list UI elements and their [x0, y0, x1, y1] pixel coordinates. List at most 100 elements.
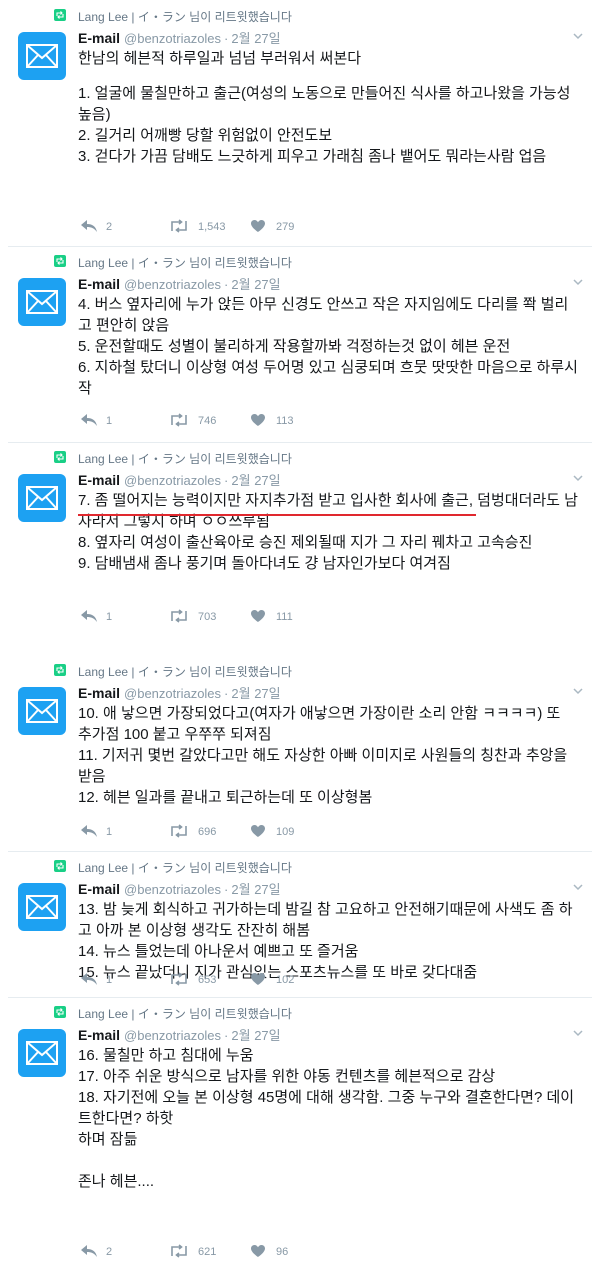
tweet-card[interactable]: Lang Lee | イ・ラン 님이 리트윗했습니다 E-mail @benzot…	[8, 246, 592, 443]
display-name[interactable]: E-mail	[78, 276, 120, 292]
envelope-icon	[26, 290, 58, 314]
username[interactable]: @benzotriazoles	[124, 277, 221, 292]
tweet-line: 7. 좀 떨어지는 능력이지만 자지추가점 받고 입사한 회사에 출근, 덤벙대…	[78, 492, 578, 530]
reply-count: 2	[106, 221, 113, 233]
tweet-line: 하며 잠듦	[78, 1131, 138, 1148]
reply-icon	[81, 610, 97, 622]
envelope-icon	[26, 699, 58, 723]
username[interactable]: @benzotriazoles	[124, 473, 221, 488]
display-name[interactable]: E-mail	[78, 1027, 120, 1043]
tweet-blank-line	[78, 69, 578, 83]
tweet-card[interactable]: Lang Lee | イ・ラン 님이 리트윗했습니다 E-mail @benzot…	[8, 997, 592, 1269]
tweet-line: 13. 밤 늦게 회식하고 귀가하는데 밤길 참 고요하고 안전해기때문에 사색…	[78, 901, 573, 939]
chevron-down-icon[interactable]	[572, 685, 584, 697]
retweet-icon	[54, 255, 66, 267]
tweet-line: 4. 버스 옆자리에 누가 앉든 아무 신경도 안쓰고 작은 자지임에도 다리를…	[78, 296, 569, 334]
tweet-header: E-mail @benzotriazoles · 2월 27일	[78, 470, 281, 489]
heart-icon	[251, 610, 265, 622]
tweet-line: 12. 헤븐 일과를 끝내고 퇴근하는데 또 이상형봄	[78, 789, 373, 806]
tweet-date[interactable]: 2월 27일	[231, 277, 280, 292]
tweet-line: 14. 뉴스 틀었는데 아나운서 예쁘고 또 즐거움	[78, 943, 359, 960]
tweet-blank-line	[78, 1150, 578, 1171]
tweet-date[interactable]: 2월 27일	[231, 686, 280, 701]
separator: ·	[224, 31, 229, 46]
like-count: 111	[276, 611, 293, 623]
like-count: 102	[276, 974, 295, 986]
display-name[interactable]: E-mail	[78, 30, 120, 46]
tweet-date[interactable]: 2월 27일	[231, 473, 280, 488]
chevron-down-icon[interactable]	[572, 881, 584, 893]
retweet-count: 621	[198, 1246, 217, 1258]
envelope-icon	[26, 1041, 58, 1065]
tweet-line: 15. 뉴스 끝났더니 지가 관심있는 스포츠뉴스를 또 바로 갖다대줌	[78, 964, 478, 981]
retweet-label: Lang Lee | イ・ラン 님이 리트윗했습니다	[78, 665, 292, 679]
screenshot-panel-2: Lang Lee | イ・ラン 님이 리트윗했습니다 E-mail @benzot…	[0, 655, 600, 1271]
chevron-down-icon[interactable]	[572, 30, 584, 42]
avatar[interactable]	[18, 474, 66, 522]
tweet-line: 9. 담배냄새 좀나 풍기며 돌아다녀도 걍 남자인가보다 여겨짐	[78, 555, 451, 572]
display-name[interactable]: E-mail	[78, 685, 120, 701]
tweet-header: E-mail @benzotriazoles · 2월 27일	[78, 28, 281, 47]
heart-icon	[251, 414, 265, 426]
like-count: 96	[276, 1246, 289, 1258]
reply-count: 1	[106, 611, 113, 623]
like-count: 279	[276, 221, 295, 233]
avatar[interactable]	[18, 32, 66, 80]
reply-count: 1	[106, 974, 113, 986]
retweet-icon	[171, 219, 187, 233]
avatar[interactable]	[18, 1029, 66, 1077]
retweet-icon	[54, 664, 66, 676]
retweet-label: Lang Lee | イ・ラン 님이 리트윗했습니다	[78, 1007, 292, 1021]
display-name[interactable]: E-mail	[78, 472, 120, 488]
tweet-card[interactable]: Lang Lee | イ・ラン 님이 리트윗했습니다 E-mail @benzot…	[8, 655, 592, 852]
avatar[interactable]	[18, 278, 66, 326]
tweet-line: 8. 옆자리 여성이 출산육아로 승진 제외될때 지가 그 자리 꿰차고 고속승…	[78, 534, 533, 551]
separator: ·	[224, 882, 229, 897]
display-name[interactable]: E-mail	[78, 881, 120, 897]
retweet-count: 746	[198, 415, 217, 427]
separator: ·	[224, 686, 229, 701]
tweet-date[interactable]: 2월 27일	[231, 882, 280, 897]
tweet-date[interactable]: 2월 27일	[231, 31, 280, 46]
tweet-line: 2. 길거리 어깨빵 당할 위험없이 안전도보	[78, 127, 333, 144]
reply-count: 1	[106, 415, 113, 427]
separator: ·	[224, 277, 229, 292]
like-count: 109	[276, 826, 295, 838]
tweet-card[interactable]: Lang Lee | イ・ラン 님이 리트윗했습니다 E-mail @benzot…	[8, 851, 592, 998]
retweet-icon	[171, 413, 187, 427]
username[interactable]: @benzotriazoles	[124, 882, 221, 897]
retweet-icon	[54, 9, 66, 21]
tweet-line: 18. 자기전에 오늘 본 이상형 45명에 대해 생각함. 그중 누구와 결혼…	[78, 1089, 575, 1127]
username[interactable]: @benzotriazoles	[124, 1028, 221, 1043]
chevron-down-icon[interactable]	[572, 1027, 584, 1039]
screenshot-panel-1: Lang Lee | イ・ラン 님이 리트윗했습니다 E-mail @benzot…	[0, 0, 600, 638]
separator: ·	[224, 473, 229, 488]
avatar[interactable]	[18, 883, 66, 931]
reply-icon	[81, 414, 97, 426]
tweet-card[interactable]: Lang Lee | イ・ラン 님이 리트윗했습니다 E-mail @benzot…	[8, 442, 592, 637]
heart-icon	[251, 973, 265, 985]
tweet-card[interactable]: Lang Lee | イ・ラン 님이 리트윗했습니다 E-mail @benzot…	[8, 0, 592, 247]
tweet-text: 4. 버스 옆자리에 누가 앉든 아무 신경도 안쓰고 작은 자지임에도 다리를…	[78, 294, 578, 399]
tweet-line: 10. 애 낳으면 가장되었다고(여자가 애낳으면 가장이란 소리 안함 ㅋㅋㅋ…	[78, 705, 561, 743]
tweet-text: 13. 밤 늦게 회식하고 귀가하는데 밤길 참 고요하고 안전해기때문에 사색…	[78, 899, 578, 983]
retweet-count: 653	[198, 974, 217, 986]
heart-icon	[251, 220, 265, 232]
tweet-text: 한남의 헤븐적 하루일과 넘넘 부러워서 써본다 1. 얼굴에 물칠만하고 출근…	[78, 48, 578, 167]
separator: ·	[224, 1028, 229, 1043]
reply-icon	[81, 973, 97, 985]
chevron-down-icon[interactable]	[572, 276, 584, 288]
reply-icon	[81, 220, 97, 232]
tweet-text: 10. 애 낳으면 가장되었다고(여자가 애낳으면 가장이란 소리 안함 ㅋㅋㅋ…	[78, 703, 578, 808]
username[interactable]: @benzotriazoles	[124, 31, 221, 46]
reply-icon	[81, 825, 97, 837]
chevron-down-icon[interactable]	[572, 472, 584, 484]
retweet-icon	[171, 1244, 187, 1258]
avatar[interactable]	[18, 687, 66, 735]
username[interactable]: @benzotriazoles	[124, 686, 221, 701]
tweet-line: 1. 얼굴에 물칠만하고 출근(여성의 노동으로 만들어진 식사를 하고나왔을 …	[78, 85, 571, 123]
tweet-date[interactable]: 2월 27일	[231, 1028, 280, 1043]
tweet-line: 5. 운전할때도 성별이 불리하게 작용할까봐 걱정하는것 없이 헤븐 운전	[78, 338, 511, 355]
tweet-header: E-mail @benzotriazoles · 2월 27일	[78, 274, 281, 293]
tweet-line: 11. 기저귀 몇번 갈았다고만 해도 자상한 아빠 이미지로 사원들의 칭찬과…	[78, 747, 568, 785]
